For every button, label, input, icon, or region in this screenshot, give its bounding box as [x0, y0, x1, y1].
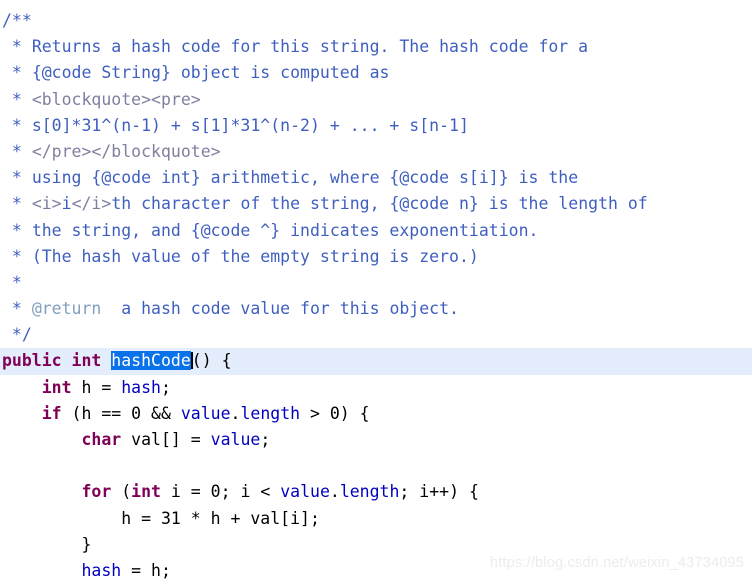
code-token: * [2, 194, 32, 214]
code-line[interactable]: */ [0, 322, 752, 348]
code-token: () { [191, 351, 232, 371]
code-token: * [2, 63, 32, 83]
code-line[interactable]: * Returns a hash code for this string. T… [0, 34, 752, 60]
code-token: * [2, 299, 32, 319]
code-line[interactable]: /** [0, 8, 752, 34]
code-editor-view[interactable]: /** * Returns a hash code for this strin… [0, 0, 752, 582]
code-token: * [2, 37, 32, 57]
code-token: . [230, 403, 241, 423]
code-token: (h == 0 && [61, 403, 181, 423]
code-token: {@code String} object is computed as [31, 63, 390, 83]
code-token: val[] = [121, 430, 211, 449]
code-token: s[0]*31^(n-1) + s[1]*31^(n-2) + ... + s[… [31, 115, 469, 135]
code-token: Returns a hash code for this string. The… [31, 37, 589, 57]
code-token: value [280, 482, 330, 502]
code-line[interactable]: h = 31 * h + val[i]; [0, 506, 752, 532]
code-line-current[interactable]: public int hashCode() { [0, 348, 752, 375]
code-token: ; i++) { [399, 482, 479, 502]
code-line[interactable]: * </pre></blockquote> [0, 139, 752, 165]
code-token: hash [121, 377, 161, 397]
code-token: using {@code int} arithmetic, where {@co… [31, 168, 579, 188]
code-token: <i> [31, 194, 62, 214]
code-token: char [81, 430, 122, 449]
code-token: h = [71, 377, 122, 397]
code-token: for [81, 482, 112, 502]
code-token: int [131, 482, 161, 502]
code-token: (The hash value of the empty string is z… [31, 246, 479, 266]
code-token: a hash code value for this object. [101, 299, 459, 319]
code-line[interactable]: * s[0]*31^(n-1) + s[1]*31^(n-2) + ... + … [0, 113, 752, 139]
code-token: </pre></blockquote> [31, 141, 221, 161]
code-token: </i> [71, 194, 112, 214]
code-token: . [329, 482, 340, 502]
code-line[interactable]: char val[] = value; [0, 427, 752, 453]
code-line[interactable]: * @return a hash code value for this obj… [0, 296, 752, 322]
code-token: } [2, 534, 92, 554]
code-token: hash [81, 560, 122, 580]
code-line[interactable]: * [0, 270, 752, 296]
code-token: value [180, 403, 231, 423]
code-token: = h; [121, 560, 171, 580]
code-token: ; [260, 430, 271, 449]
code-line[interactable]: if (h == 0 && value.length > 0) { [0, 401, 752, 427]
code-token: i [61, 194, 72, 214]
code-token: i = 0; i < [160, 482, 281, 502]
code-line[interactable]: * (The hash value of the empty string is… [0, 244, 752, 270]
code-token: * [2, 220, 32, 240]
code-line[interactable]: * <blockquote><pre> [0, 87, 752, 113]
code-token: @return [31, 299, 102, 319]
code-line[interactable] [0, 453, 752, 479]
code-token: int [41, 377, 72, 397]
code-token: /** [2, 11, 32, 30]
code-line[interactable]: * {@code String} object is computed as [0, 60, 752, 86]
code-token: * [2, 89, 32, 109]
code-line[interactable]: * <i>i</i>th character of the string, {@… [0, 191, 752, 217]
code-token: if [41, 403, 62, 423]
code-token: ; [160, 377, 171, 397]
code-token: value [210, 430, 261, 449]
code-token: ( [111, 482, 132, 502]
code-token: int [71, 351, 102, 371]
code-token: > 0) { [300, 403, 370, 423]
code-token: th character of the string, {@code n} is… [111, 194, 648, 214]
selected-token: hashCode [111, 351, 191, 371]
code-token: public [2, 351, 62, 371]
code-token: h = 31 * h + val[i]; [2, 508, 320, 528]
code-token: <blockquote><pre> [31, 89, 201, 109]
code-token: */ [2, 325, 32, 345]
code-token: length [339, 482, 400, 502]
code-token: * [2, 115, 32, 135]
code-line[interactable]: for (int i = 0; i < value.length; i++) { [0, 479, 752, 505]
code-line[interactable]: * the string, and {@code ^} indicates ex… [0, 218, 752, 244]
code-lines-container[interactable]: /** * Returns a hash code for this strin… [0, 8, 752, 582]
code-token: * [2, 141, 32, 161]
code-token: length [240, 403, 301, 423]
watermark-text: https://blog.csdn.net/weixin_43734095 [489, 554, 744, 571]
code-token: * [2, 246, 32, 266]
code-line[interactable]: * using {@code int} arithmetic, where {@… [0, 165, 752, 191]
code-line[interactable]: int h = hash; [0, 375, 752, 401]
code-token: * [2, 272, 22, 292]
code-token: the string, and {@code ^} indicates expo… [31, 220, 539, 240]
code-token: * [2, 168, 32, 188]
